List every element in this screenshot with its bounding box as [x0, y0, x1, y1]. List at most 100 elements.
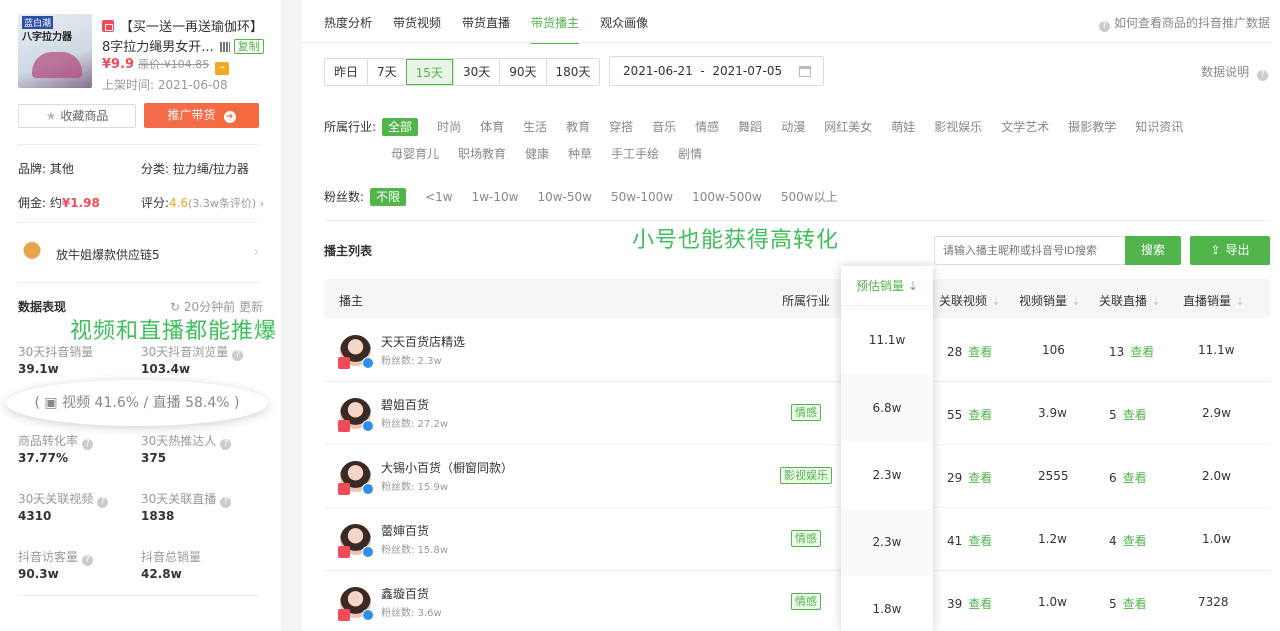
streamer-name[interactable]: 碧姐百货: [381, 396, 429, 413]
video-sales: 1.2w: [1038, 532, 1067, 546]
table-row[interactable]: 碧姐百货 粉丝数: 27.2w 情感 55 查看 3.9w 5 查看 2.9w: [324, 382, 1270, 445]
table-row[interactable]: 天天百货店精选 粉丝数: 2.3w 28 查看 106 13 查看 11.1w: [324, 319, 1270, 382]
col-live-sales[interactable]: 直播销量 ⇣: [1183, 292, 1245, 309]
industry-chip[interactable]: 萌娃: [891, 118, 915, 136]
avatar[interactable]: [338, 461, 374, 495]
stat-label: 30天关联视频?: [18, 490, 109, 508]
product-name[interactable]: 8字拉力绳男女开... 复制: [102, 36, 264, 55]
industry-chip[interactable]: 穿搭: [609, 118, 633, 136]
col-lives[interactable]: 关联直播 ⇣: [1099, 292, 1161, 309]
fans-chip[interactable]: 500w以上: [781, 188, 838, 206]
tab-lives[interactable]: 带货直播: [462, 14, 510, 42]
col-est-sales[interactable]: 预估销量 ⇣: [841, 266, 933, 306]
stat-label: 抖音总销量: [141, 550, 202, 564]
stat-label: 30天热推达人?: [141, 432, 232, 450]
industry-chip[interactable]: 时尚: [437, 118, 461, 136]
range-15d[interactable]: 15天: [405, 59, 453, 85]
view-lives-link[interactable]: 查看: [1123, 534, 1147, 548]
fans-chip[interactable]: 不限: [370, 188, 407, 206]
industry-chip[interactable]: 文学艺术: [1001, 118, 1049, 136]
promote-button[interactable]: 推广带货 ➔: [144, 103, 259, 128]
rating[interactable]: 评分:4.6(3.3w条评价) ›: [141, 194, 264, 211]
streamer-name[interactable]: 鑫璇百货: [381, 585, 429, 602]
industry-chip[interactable]: 全部: [382, 118, 419, 136]
view-lives-link[interactable]: 查看: [1123, 471, 1147, 485]
tab-streamers[interactable]: 带货播主: [531, 14, 580, 44]
industry-chip[interactable]: 网红美女: [824, 118, 872, 136]
fans-chip[interactable]: <1w: [425, 188, 453, 206]
view-videos-link[interactable]: 查看: [968, 408, 992, 422]
industry-chip[interactable]: 体育: [480, 118, 504, 136]
view-lives-link[interactable]: 查看: [1130, 345, 1154, 359]
copy-button[interactable]: 复制: [233, 39, 264, 54]
data-explain-link[interactable]: 数据说明 ?: [1201, 63, 1268, 81]
price-row: ¥9.9 原价:¥104.85 ⌁: [102, 56, 230, 75]
industry-chip[interactable]: 摄影教学: [1068, 118, 1116, 136]
col-video-sales[interactable]: 视频销量 ⇣: [1019, 292, 1081, 309]
list-title: 播主列表: [324, 244, 373, 258]
supplier-link[interactable]: 放牛姐爆款供应链5 ›: [18, 236, 259, 272]
industry-chip[interactable]: 教育: [566, 118, 590, 136]
industry-chip[interactable]: 手工手绘: [611, 145, 659, 163]
avatar[interactable]: [338, 587, 374, 621]
view-lives-link[interactable]: 查看: [1123, 597, 1147, 611]
view-videos-link[interactable]: 查看: [968, 534, 992, 548]
est-sales: 6.8w: [872, 401, 902, 415]
tab-videos[interactable]: 带货视频: [393, 14, 441, 42]
search-button[interactable]: 搜索: [1125, 236, 1181, 265]
view-lives-link[interactable]: 查看: [1123, 408, 1147, 422]
avatar[interactable]: [338, 524, 374, 558]
range-30d[interactable]: 30天: [452, 59, 499, 85]
table-row[interactable]: 鑫璇百货 粉丝数: 3.6w 情感 39 查看 1.0w 5 查看 7328: [324, 571, 1270, 631]
video-sales: 1.0w: [1038, 595, 1067, 609]
industry-chip[interactable]: 种草: [568, 145, 592, 163]
qrcode-icon[interactable]: [219, 42, 230, 52]
avatar[interactable]: [338, 398, 374, 432]
industry-chip[interactable]: 剧情: [678, 145, 702, 163]
industry-chip[interactable]: 生活: [523, 118, 547, 136]
favorite-button[interactable]: ★ 收藏商品: [18, 104, 136, 128]
export-button[interactable]: ⇪ 导出: [1190, 236, 1270, 265]
industry-chip[interactable]: 动漫: [781, 118, 805, 136]
streamer-name[interactable]: 蕾婶百货: [381, 522, 429, 539]
trend-icon[interactable]: ⌁: [215, 62, 230, 75]
product-image[interactable]: 蓝白潮 八字拉力器: [18, 14, 92, 88]
est-sales: 2.3w: [872, 468, 902, 482]
streamer-name[interactable]: 天天百货店精选: [381, 333, 465, 350]
product-title[interactable]: 【买一送一再送瑜伽环】: [102, 16, 263, 35]
view-videos-link[interactable]: 查看: [968, 471, 992, 485]
tab-heat-analysis[interactable]: 热度分析: [324, 14, 372, 42]
table-row[interactable]: 蕾婶百货 粉丝数: 15.8w 情感 41 查看 1.2w 4 查看 1.0w: [324, 508, 1270, 571]
industry-chip[interactable]: 音乐: [652, 118, 676, 136]
industry-chip[interactable]: 影视娱乐: [934, 118, 982, 136]
industry-chip[interactable]: 知识资讯: [1135, 118, 1183, 136]
streamer-name[interactable]: 大锡小百货（橱窗同款）: [381, 459, 513, 476]
fans-chip[interactable]: 50w-100w: [611, 188, 673, 206]
col-videos[interactable]: 关联视频 ⇣: [939, 292, 1001, 309]
table-row[interactable]: 大锡小百货（橱窗同款） 粉丝数: 15.9w 影视娱乐 29 查看 2555 6查…: [324, 445, 1270, 508]
date-range-picker[interactable]: 2021-06-21 - 2021-07-05: [609, 56, 824, 86]
tab-audience[interactable]: 观众画像: [600, 14, 648, 42]
live-sales: 7328: [1198, 595, 1229, 609]
fans-chip[interactable]: 100w-500w: [692, 188, 762, 206]
industry-chip[interactable]: 舞蹈: [738, 118, 762, 136]
range-90d[interactable]: 90天: [499, 59, 545, 85]
range-yesterday[interactable]: 昨日: [325, 59, 367, 85]
view-videos-link[interactable]: 查看: [968, 345, 992, 359]
range-7d[interactable]: 7天: [367, 59, 406, 85]
fans-chip[interactable]: 10w-50w: [537, 188, 592, 206]
tab-divider: [302, 42, 1272, 43]
industry-chip[interactable]: 情感: [695, 118, 719, 136]
industry-chip[interactable]: 健康: [525, 145, 549, 163]
range-180d[interactable]: 180天: [545, 59, 600, 85]
divider: [324, 220, 1270, 221]
help-link[interactable]: ? 如何查看商品的抖音推广数据: [1098, 14, 1270, 32]
view-videos-link[interactable]: 查看: [968, 597, 992, 611]
fans-chip[interactable]: 1w-10w: [472, 188, 519, 206]
videos-count: 55 查看: [947, 408, 993, 422]
industry-chip[interactable]: 母婴育儿: [391, 145, 439, 163]
brand: 品牌: 其他: [18, 162, 74, 176]
search-input[interactable]: [934, 236, 1126, 265]
avatar[interactable]: [338, 335, 374, 369]
industry-chip[interactable]: 职场教育: [458, 145, 506, 163]
